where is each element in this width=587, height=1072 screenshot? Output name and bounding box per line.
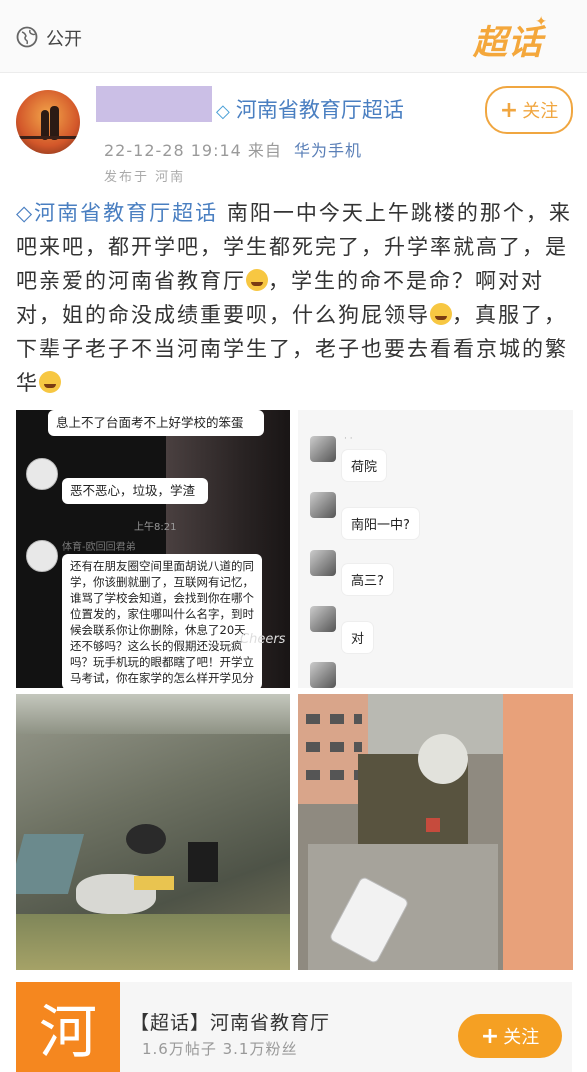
- chat-avatar: [26, 458, 58, 490]
- chat-avatar: [310, 436, 336, 462]
- follow-button[interactable]: + 关注: [485, 86, 573, 134]
- chat-bubble-insult: 恶不恶心，垃圾，学渣: [62, 478, 208, 504]
- timestamp: 22-12-28 19:14: [104, 141, 242, 160]
- card-follow-button[interactable]: + 关注: [458, 1014, 562, 1058]
- plus-icon: +: [480, 1023, 500, 1049]
- post-body: ◇河南省教育厅超话 南阳一中今天上午跳楼的那个，来吧来吧，都开学吧，学生都死完了…: [16, 196, 572, 400]
- chat-avatar: [310, 662, 336, 688]
- diamond-icon: ◇: [16, 201, 35, 225]
- source-prefix: 来自: [247, 141, 282, 160]
- chat-message-4: 对: [342, 622, 374, 653]
- chat-bubble-long: 还有在朋友圈空间里面胡说八道的同学，你该删就删了，互联网有记忆，谁骂了学校会知道…: [62, 554, 262, 688]
- supertopic-logo: 超话: [473, 23, 543, 63]
- photo-chat-dark[interactable]: 息上不了台面考不上好学校的笨蛋 恶不恶心，垃圾，学渣 上午8:21 体育-欧回回…: [16, 410, 290, 688]
- chat-time: 上午8:21: [134, 522, 177, 533]
- post-header: ◇ 河南省教育厅超话 + 关注 22-12-28 19:14 来自 华为手机 发布于…: [0, 80, 587, 190]
- avatar[interactable]: [16, 90, 80, 154]
- card-title: 【超话】河南省教育厅: [130, 1012, 331, 1034]
- body-topic: 河南省教育厅超话: [34, 201, 219, 225]
- diamond-icon: ◇: [216, 101, 230, 122]
- card-follow-label: 关注: [503, 1027, 540, 1048]
- photo-aerial[interactable]: [298, 694, 573, 970]
- chat-name-blurred: · ·: [344, 434, 353, 444]
- top-bar: 公开 超话 ✦: [0, 0, 587, 73]
- device-link[interactable]: 华为手机: [294, 141, 362, 160]
- chat-avatar: [310, 492, 336, 518]
- chat-avatar: [26, 540, 58, 572]
- card-stats: 1.6万帖子 3.1万粉丝: [142, 1040, 298, 1058]
- photo-chat-light[interactable]: · · 荷院 南阳一中? 高三? 对: [298, 410, 573, 688]
- supertopic-card[interactable]: 河 【超话】河南省教育厅 1.6万帖子 3.1万粉丝 + 关注: [16, 982, 572, 1072]
- photo-ground[interactable]: [16, 694, 290, 970]
- location: 发布于 河南: [104, 170, 186, 185]
- chat-avatar: [310, 550, 336, 576]
- post-meta: 22-12-28 19:14 来自 华为手机: [104, 137, 362, 161]
- chat-sender: 体育-欧回回君弟: [62, 542, 136, 553]
- username-redaction[interactable]: [96, 86, 212, 122]
- chat-message-1: 荷院: [342, 450, 387, 481]
- chat-bubble-top: 息上不了台面考不上好学校的笨蛋: [48, 410, 264, 436]
- sweat-smile-emoji-icon: [39, 371, 61, 393]
- sparkle-icon: ✦: [535, 14, 547, 30]
- chat-message-3: 高三?: [342, 564, 393, 595]
- chat-message-2: 南阳一中?: [342, 508, 419, 539]
- chat-avatar: [310, 606, 336, 632]
- card-logo: 河: [16, 982, 120, 1072]
- body-topic-link[interactable]: ◇河南省教育厅超话: [16, 201, 218, 225]
- kiss-emoji-icon: [246, 269, 268, 291]
- overlay-text: Cheers: [240, 632, 286, 647]
- sweat-smile-emoji-icon: [430, 303, 452, 325]
- supertopic-name: 河南省教育厅超话: [235, 98, 404, 122]
- visibility-label[interactable]: 公开: [46, 25, 82, 51]
- supertopic-link[interactable]: ◇ 河南省教育厅超话: [216, 94, 404, 124]
- follow-label: 关注: [522, 101, 559, 122]
- globe-icon: [16, 26, 38, 48]
- plus-icon: +: [499, 97, 519, 123]
